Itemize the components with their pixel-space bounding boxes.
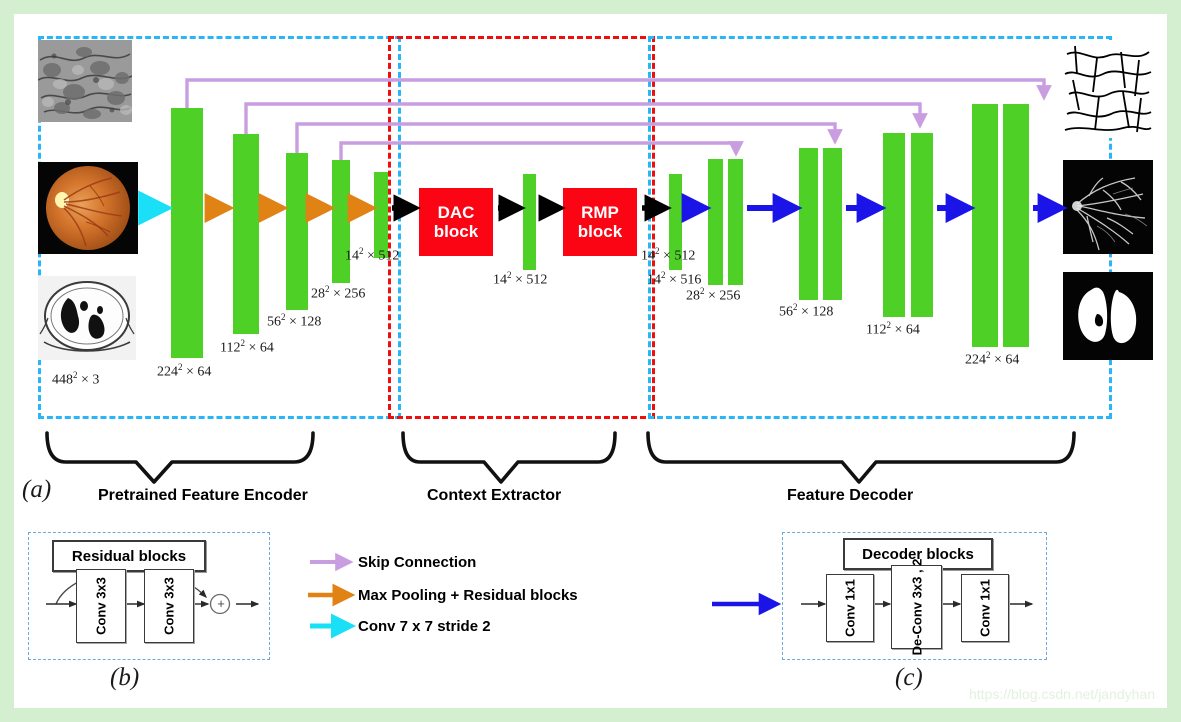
dac-block-line2: block (433, 222, 479, 241)
decoder-bar-1b (728, 159, 743, 285)
decoder-bar-3b (911, 133, 933, 317)
decoder-bar-2b (823, 148, 842, 300)
encoder-dim-1: 2242 × 64 (157, 362, 212, 380)
rmp-block: RMP block (563, 188, 637, 256)
encoder-dim-4: 282 × 256 (311, 284, 366, 302)
encoder-dim-2: 1122 × 64 (220, 338, 274, 356)
output-thumbnail-vessel-segmentation (1063, 160, 1153, 254)
decoder-conv-box-1: Conv 1x1 (826, 574, 874, 642)
legend-label-skip: Skip Connection (358, 554, 477, 571)
decoder-deconv-box: De-Conv 3x3 , 2 (891, 559, 942, 655)
residual-conv-box-1: Conv 3x3 (76, 569, 126, 643)
decoder-conv-box-2-label: Conv 1x1 (977, 579, 993, 637)
encoder-caption: Pretrained Feature Encoder (98, 487, 308, 504)
decoder-dim-4: 1122 × 64 (866, 320, 920, 338)
context-brace (401, 431, 617, 484)
context-dim-2: 142 × 512 (641, 246, 696, 264)
decoder-dim-5: 2242 × 64 (965, 350, 1020, 368)
decoder-bar-4a (972, 104, 998, 347)
decoder-conv-box-2: Conv 1x1 (961, 574, 1009, 642)
decoder-dim-3: 562 × 128 (779, 302, 834, 320)
panel-id-a: (a) (22, 476, 52, 503)
residual-conv-box-1-label: Conv 3x3 (93, 577, 109, 635)
watermark: https://blog.csdn.net/jandyhan (969, 686, 1156, 702)
output-thumbnail-em-segmentation (1063, 40, 1153, 138)
encoder-dim-5: 142 × 512 (345, 246, 400, 264)
context-dim-1: 142 × 512 (493, 270, 548, 288)
encoder-brace (45, 431, 315, 484)
residual-conv-box-2: Conv 3x3 (144, 569, 194, 643)
input-thumbnail-fundus (38, 162, 138, 254)
encoder-bar-2 (233, 134, 259, 334)
input-thumbnail-em (38, 40, 132, 122)
decoder-conv-box-1-label: Conv 1x1 (842, 579, 858, 637)
legend-label-conv: Conv 7 x 7 stride 2 (358, 618, 491, 635)
rmp-block-line2: block (577, 222, 623, 241)
figure-canvas: DAC block RMP block 4482 × 3 2242 × 64 1… (14, 14, 1167, 708)
decoder-caption: Feature Decoder (787, 487, 914, 504)
residual-blocks-title-label: Residual blocks (71, 547, 187, 565)
decoder-bar-1a (708, 159, 723, 285)
context-bar-1 (523, 174, 536, 270)
dac-block: DAC block (419, 188, 493, 256)
residual-blocks-title: Residual blocks (52, 540, 206, 572)
encoder-bar-1 (171, 108, 203, 358)
decoder-dim-2: 282 × 256 (686, 286, 741, 304)
rmp-block-line1: RMP (581, 202, 619, 222)
residual-sum-label: + (217, 596, 225, 611)
input-dimension-label: 4482 × 3 (52, 370, 100, 388)
context-caption: Context Extractor (427, 487, 562, 504)
residual-conv-box-2-label: Conv 3x3 (161, 577, 177, 635)
decoder-bar-2a (799, 148, 818, 300)
encoder-dim-3: 562 × 128 (267, 312, 322, 330)
input-thumbnail-ct (38, 276, 136, 360)
decoder-bar-4b (1003, 104, 1029, 347)
decoder-bar-3a (883, 133, 905, 317)
encoder-bar-3 (286, 153, 308, 310)
panel-id-c: (c) (895, 664, 923, 691)
decoder-brace (646, 431, 1076, 484)
decoder-deconv-box-label: De-Conv 3x3 , 2 (909, 558, 924, 656)
legend-label-pooling: Max Pooling + Residual blocks (358, 587, 578, 604)
dac-block-line1: DAC (437, 202, 475, 222)
output-thumbnail-lung-segmentation (1063, 272, 1153, 360)
panel-id-b: (b) (110, 664, 140, 691)
